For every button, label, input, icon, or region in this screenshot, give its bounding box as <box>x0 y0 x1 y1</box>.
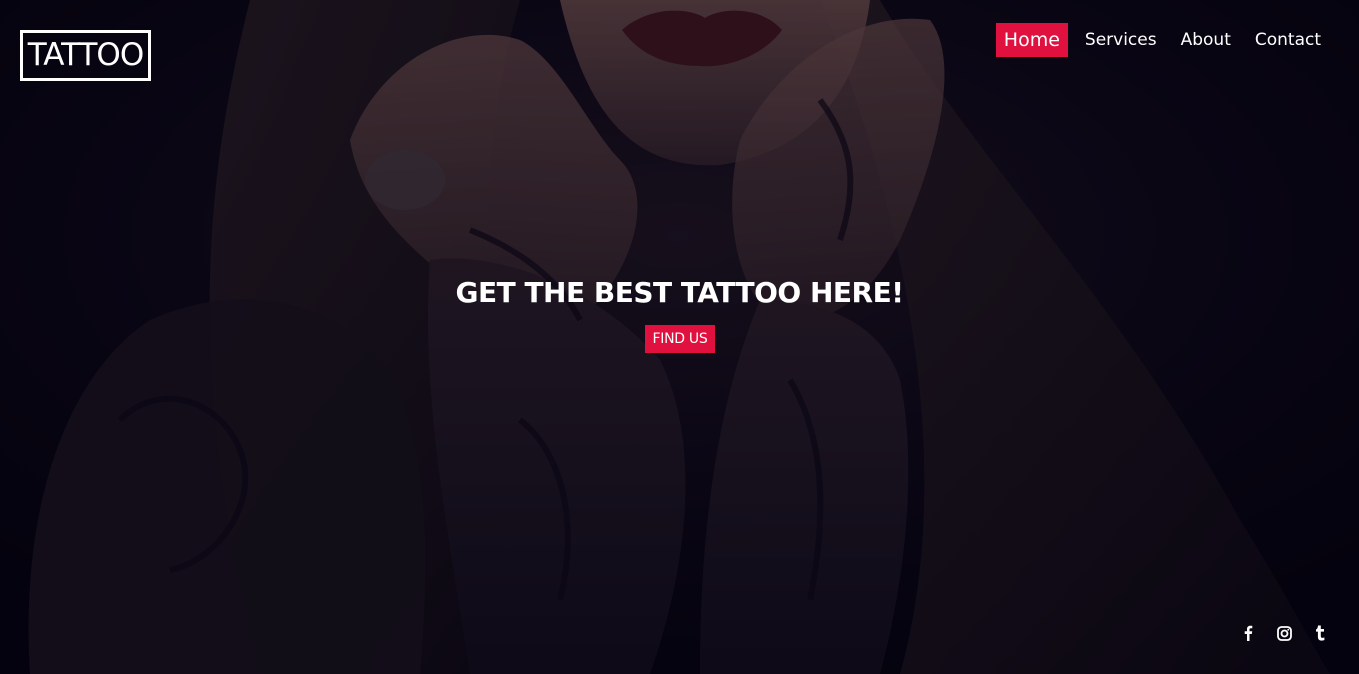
nav-item-services[interactable]: Services <box>1078 23 1164 57</box>
facebook-icon[interactable] <box>1239 620 1257 646</box>
social-links <box>1239 620 1329 646</box>
nav-item-home[interactable]: Home <box>995 23 1068 57</box>
nav-item-contact[interactable]: Contact <box>1248 23 1328 57</box>
nav-item-about[interactable]: About <box>1174 23 1238 57</box>
main-nav: Home Services About Contact <box>986 23 1328 57</box>
hero-headline: GET THE BEST TATTOO HERE! <box>455 276 904 309</box>
find-us-button[interactable]: FIND US <box>645 325 715 353</box>
hero-section: TATTOO Home Services About Contact GET T… <box>0 0 1359 674</box>
site-logo[interactable]: TATTOO <box>20 30 151 81</box>
tumblr-icon[interactable] <box>1311 620 1329 646</box>
instagram-icon[interactable] <box>1275 620 1293 646</box>
